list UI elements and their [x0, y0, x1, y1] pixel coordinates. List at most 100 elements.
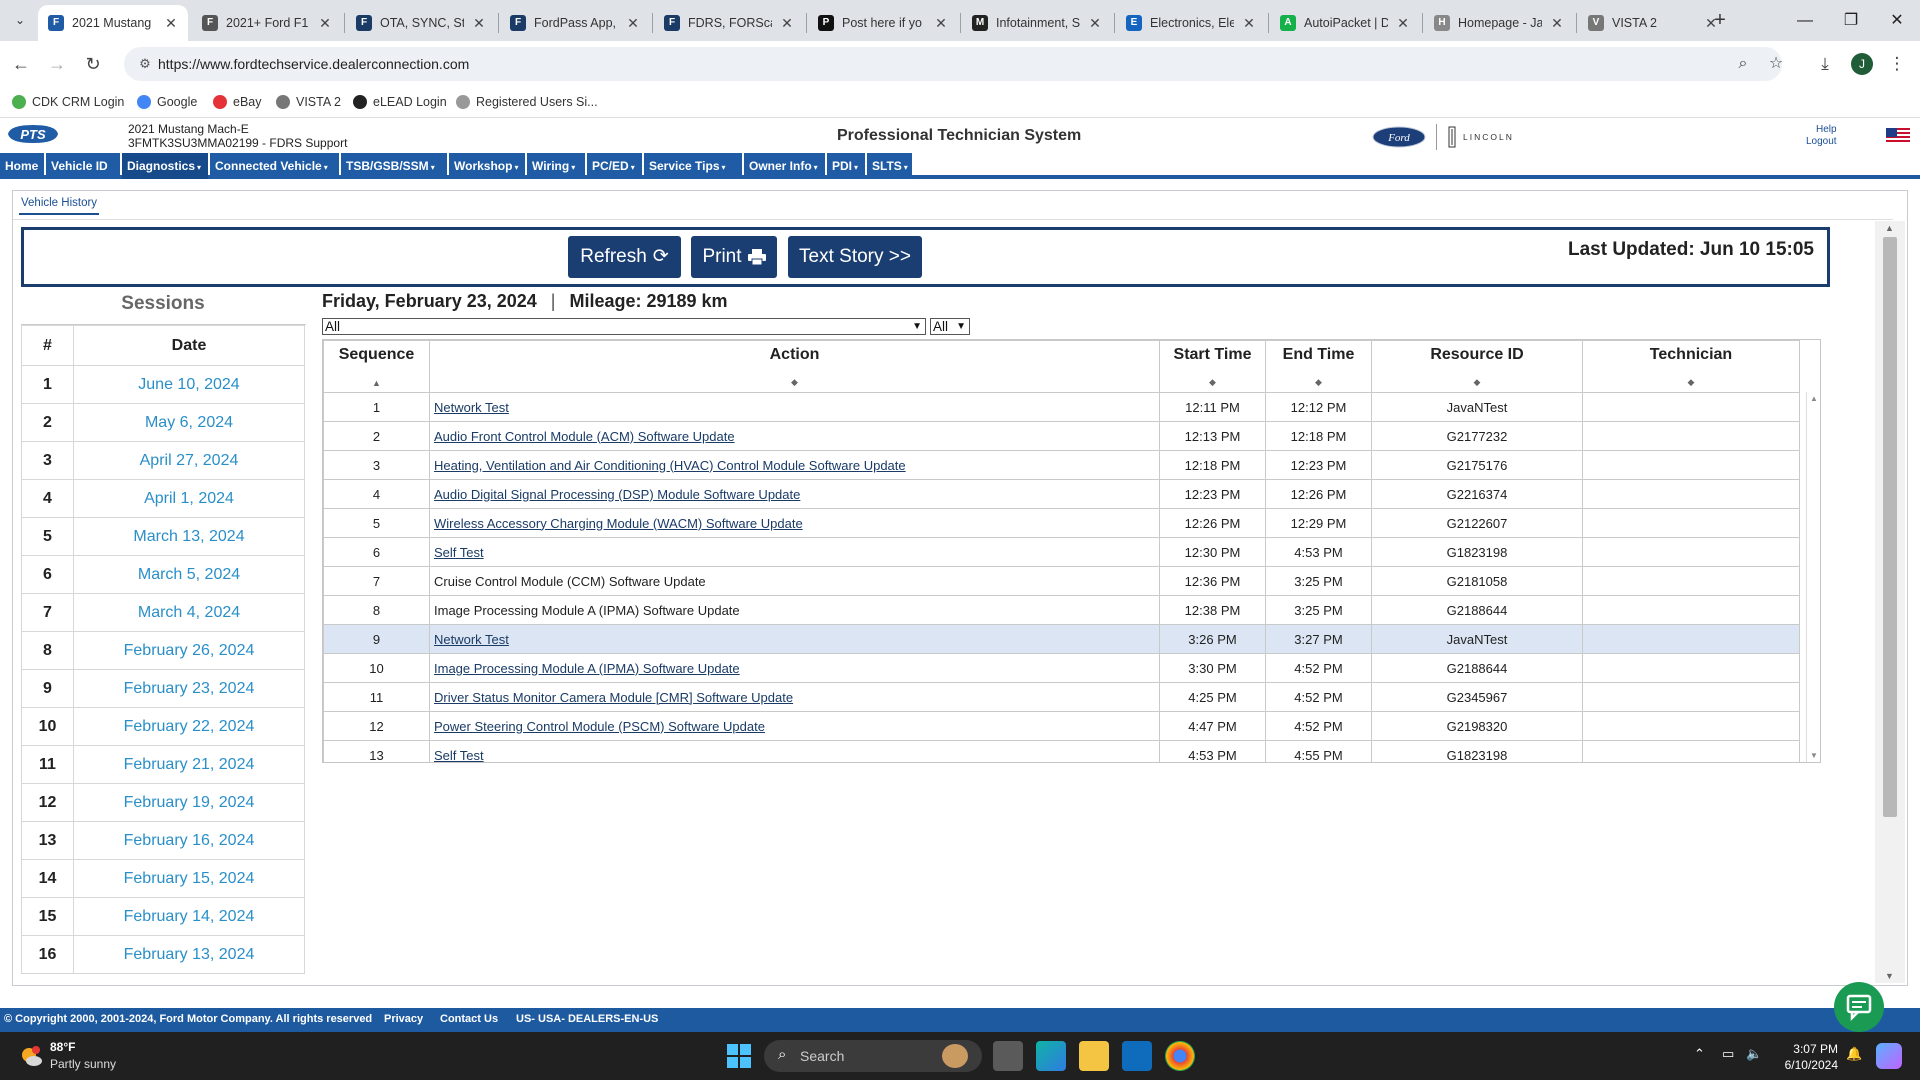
- zoom-icon[interactable]: ⌕: [1732, 53, 1754, 75]
- col-end-time[interactable]: End Time ◆: [1265, 340, 1372, 393]
- session-date-link[interactable]: February 13, 2024: [73, 935, 305, 974]
- bookmark-star-icon[interactable]: ☆: [1765, 53, 1787, 75]
- action-link[interactable]: Image Processing Module A (IPMA) Softwar…: [434, 661, 740, 676]
- session-date-link[interactable]: March 4, 2024: [73, 593, 305, 632]
- col-sequence[interactable]: Sequence ▲: [323, 340, 430, 393]
- chat-button[interactable]: [1834, 982, 1884, 1032]
- text-story-button[interactable]: Text Story >>: [788, 236, 922, 278]
- table-row[interactable]: 6 Self Test 12:30 PM 4:53 PM G1823198: [323, 537, 1800, 567]
- session-row[interactable]: 16 February 13, 2024: [21, 935, 305, 974]
- tab-close-icon[interactable]: ✕: [626, 15, 640, 32]
- tab-vehicle-history[interactable]: Vehicle History: [19, 197, 100, 215]
- session-row[interactable]: 4 April 1, 2024: [21, 479, 305, 518]
- us-flag-icon[interactable]: [1886, 128, 1910, 144]
- nav-item[interactable]: Owner Info ▾: [744, 153, 825, 179]
- download-icon[interactable]: ⤓: [1812, 51, 1838, 77]
- nav-item[interactable]: TSB/GSB/SSM ▾: [341, 153, 447, 179]
- action-link[interactable]: Self Test: [434, 545, 484, 560]
- tab-search-chevron-icon[interactable]: ⌄: [10, 10, 30, 30]
- table-row[interactable]: 10 Image Processing Module A (IPMA) Softw…: [323, 653, 1800, 683]
- session-row[interactable]: 14 February 15, 2024: [21, 859, 305, 898]
- outlook-icon[interactable]: [1122, 1041, 1152, 1071]
- profile-avatar[interactable]: J: [1851, 53, 1873, 75]
- status-filter-select[interactable]: All ▼: [930, 318, 970, 335]
- action-link[interactable]: Wireless Accessory Charging Module (WACM…: [434, 516, 803, 531]
- cell-action[interactable]: Power Steering Control Module (PSCM) Sof…: [429, 711, 1160, 741]
- session-date-link[interactable]: February 15, 2024: [73, 859, 305, 898]
- table-row[interactable]: 8 Image Processing Module A (IPMA) Softwa…: [323, 595, 1800, 625]
- system-clock[interactable]: 3:07 PM 6/10/2024: [1778, 1041, 1838, 1073]
- table-row[interactable]: 7 Cruise Control Module (CCM) Software Up…: [323, 566, 1800, 596]
- session-date-link[interactable]: February 21, 2024: [73, 745, 305, 784]
- new-tab-button[interactable]: +: [1707, 8, 1733, 34]
- restore-icon[interactable]: ❐: [1838, 8, 1864, 34]
- windows-start-icon[interactable]: [727, 1044, 751, 1068]
- network-icon[interactable]: ▭: [1722, 1046, 1734, 1062]
- table-scrollbar[interactable]: ▲ ▼: [1806, 392, 1820, 762]
- tab-close-icon[interactable]: ✕: [780, 15, 794, 32]
- action-link[interactable]: Driver Status Monitor Camera Module [CMR…: [434, 690, 793, 705]
- cell-action[interactable]: Audio Digital Signal Processing (DSP) Mo…: [429, 479, 1160, 509]
- bookmark-item[interactable]: Google: [137, 92, 197, 112]
- nav-item[interactable]: Service Tips ▾: [644, 153, 742, 179]
- bookmark-item[interactable]: eBay: [213, 92, 262, 112]
- notification-bell-icon[interactable]: 🔔: [1846, 1046, 1862, 1062]
- table-row[interactable]: 12 Power Steering Control Module (PSCM) S…: [323, 711, 1800, 741]
- session-row[interactable]: 15 February 14, 2024: [21, 897, 305, 936]
- session-date-link[interactable]: May 6, 2024: [73, 403, 305, 442]
- table-row[interactable]: 3 Heating, Ventilation and Air Conditioni…: [323, 450, 1800, 480]
- scroll-up-icon[interactable]: ▲: [1810, 394, 1818, 403]
- table-row[interactable]: 9 Network Test 3:26 PM 3:27 PM JavaNTest: [323, 624, 1800, 654]
- back-arrow-icon[interactable]: ←: [8, 51, 34, 77]
- task-view-icon[interactable]: [993, 1041, 1023, 1071]
- refresh-button[interactable]: Refresh ⟳: [568, 236, 681, 278]
- col-start-time[interactable]: Start Time ◆: [1159, 340, 1266, 393]
- session-date-link[interactable]: April 27, 2024: [73, 441, 305, 480]
- bookmark-item[interactable]: Registered Users Si...: [456, 92, 598, 112]
- browser-tab[interactable]: E Electronics, Ele ✕: [1116, 5, 1266, 41]
- session-date-link[interactable]: February 22, 2024: [73, 707, 305, 746]
- chrome-icon[interactable]: [1165, 1041, 1195, 1071]
- browser-tab[interactable]: F 2021+ Ford F1 ✕: [192, 5, 342, 41]
- taskbar-search[interactable]: ⌕ Search: [764, 1040, 982, 1072]
- session-date-link[interactable]: February 26, 2024: [73, 631, 305, 670]
- tab-close-icon[interactable]: ✕: [164, 15, 178, 32]
- col-technician[interactable]: Technician ◆: [1582, 340, 1800, 393]
- nav-item[interactable]: Vehicle ID: [46, 153, 120, 179]
- scroll-down-icon[interactable]: ▼: [1885, 971, 1894, 981]
- edge-icon[interactable]: [1036, 1041, 1066, 1071]
- file-explorer-icon[interactable]: [1079, 1041, 1109, 1071]
- cell-action[interactable]: Audio Front Control Module (ACM) Softwar…: [429, 421, 1160, 451]
- bookmark-item[interactable]: CDK CRM Login: [12, 92, 124, 112]
- address-bar[interactable]: ⚙ https://www.fordtechservice.dealerconn…: [124, 47, 1783, 81]
- browser-tab[interactable]: M Infotainment, S ✕: [962, 5, 1112, 41]
- browser-tab[interactable]: F FDRS, FORScan ✕: [654, 5, 804, 41]
- sort-icon[interactable]: ◆: [1583, 377, 1799, 388]
- more-menu-icon[interactable]: ⋮: [1884, 51, 1910, 77]
- minimize-icon[interactable]: —: [1792, 8, 1818, 34]
- action-link[interactable]: Power Steering Control Module (PSCM) Sof…: [434, 719, 765, 734]
- browser-tab[interactable]: P Post here if yo ✕: [808, 5, 958, 41]
- contact-link[interactable]: Contact Us: [440, 1013, 498, 1025]
- cell-action[interactable]: Wireless Accessory Charging Module (WACM…: [429, 508, 1160, 538]
- pts-logo-icon[interactable]: PTS: [6, 123, 60, 145]
- table-row[interactable]: 1 Network Test 12:11 PM 12:12 PM JavaNTest: [323, 392, 1800, 422]
- browser-tab[interactable]: F FordPass App, ✕: [500, 5, 650, 41]
- browser-tab[interactable]: F OTA, SYNC, Ste ✕: [346, 5, 496, 41]
- action-link[interactable]: Heating, Ventilation and Air Conditionin…: [434, 458, 906, 473]
- nav-item[interactable]: PDI ▾: [827, 153, 865, 179]
- bookmark-item[interactable]: VISTA 2: [276, 92, 341, 112]
- col-action[interactable]: Action ◆: [429, 340, 1160, 393]
- action-link[interactable]: Audio Front Control Module (ACM) Softwar…: [434, 429, 735, 444]
- action-link[interactable]: Network Test: [434, 632, 509, 647]
- tab-close-icon[interactable]: ✕: [1550, 15, 1564, 32]
- cell-action[interactable]: Self Test: [429, 740, 1160, 762]
- nav-item[interactable]: Workshop ▾: [449, 153, 525, 179]
- session-date-link[interactable]: February 19, 2024: [73, 783, 305, 822]
- cell-action[interactable]: Network Test: [429, 392, 1160, 422]
- session-row[interactable]: 10 February 22, 2024: [21, 707, 305, 746]
- window-close-icon[interactable]: ✕: [1884, 8, 1910, 34]
- table-row[interactable]: 2 Audio Front Control Module (ACM) Softwa…: [323, 421, 1800, 451]
- session-row[interactable]: 13 February 16, 2024: [21, 821, 305, 860]
- sort-icon[interactable]: ◆: [1372, 377, 1582, 388]
